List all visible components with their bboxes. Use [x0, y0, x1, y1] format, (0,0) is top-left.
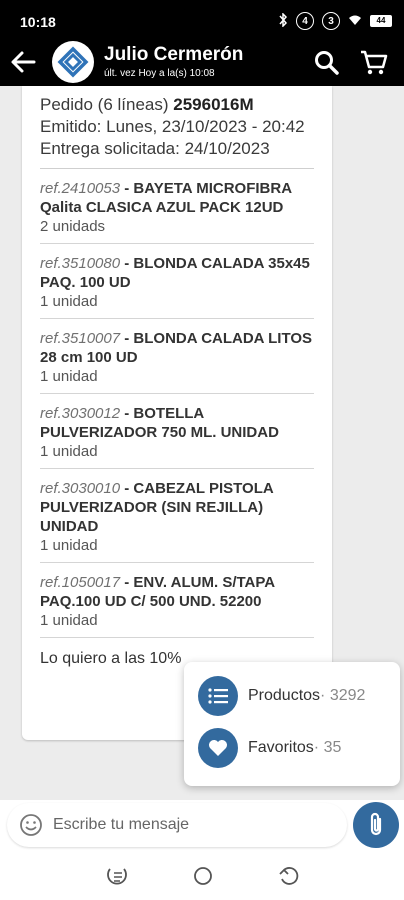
item-qty: 1 unidad	[40, 368, 98, 385]
brand-logo-icon	[57, 46, 89, 78]
item-ref: ref.3510007	[40, 330, 121, 347]
status-time: 10:18	[20, 14, 56, 30]
productos-count: · 3292	[320, 687, 366, 704]
item-ref: ref.3030010	[40, 480, 121, 497]
home-icon[interactable]	[192, 865, 214, 887]
item-qty: 2 unidads	[40, 218, 106, 235]
search-button[interactable]	[314, 50, 340, 76]
back-nav-icon[interactable]	[278, 865, 300, 887]
attach-menu: Productos · 3292 Favoritos · 35	[184, 662, 400, 786]
order-message-bubble[interactable]: Pedido (6 líneas) 2596016M Emitido: Lune…	[22, 86, 332, 740]
productos-label: Productos	[248, 687, 321, 704]
order-delivery: Entrega solicitada: 24/10/2023	[40, 139, 270, 158]
battery-icon: 44	[370, 15, 392, 27]
signal-indicator-1: 4	[296, 12, 314, 30]
order-header: Pedido (6 líneas) 2596016M Emitido: Lune…	[40, 94, 314, 169]
paperclip-icon	[370, 812, 382, 836]
chat-header: Julio Cermerón últ. vez Hoy a la(s) 10:0…	[0, 38, 404, 86]
signal-indicator-2: 3	[322, 12, 340, 30]
attach-button[interactable]	[353, 802, 399, 848]
list-icon	[208, 688, 228, 704]
item-ref: ref.2410053	[40, 180, 121, 197]
order-number: 2596016M	[173, 95, 254, 114]
contact-name[interactable]: Julio Cermerón	[104, 44, 243, 66]
menu-item-productos[interactable]: Productos · 3292	[198, 676, 365, 716]
bluetooth-icon	[278, 11, 288, 30]
item-ref: ref.3510080	[40, 255, 121, 272]
item-ref: ref.1050017	[40, 574, 121, 591]
favoritos-count: · 35	[313, 739, 342, 756]
back-arrow-icon	[11, 51, 36, 73]
order-issued: Emitido: Lunes, 23/10/2023 - 20:42	[40, 117, 305, 136]
menu-item-favoritos[interactable]: Favoritos · 35	[198, 728, 341, 768]
item-qty: 1 unidad	[40, 443, 98, 460]
heart-icon	[209, 740, 227, 756]
cart-button[interactable]	[360, 50, 388, 76]
list-item: ref.3030012 - BOTELLA PULVERIZADOR 750 M…	[40, 394, 314, 469]
search-icon	[315, 51, 339, 75]
last-seen: últ. vez Hoy a la(s) 10:08	[104, 68, 215, 79]
status-bar: 10:18 4 3 44	[0, 0, 404, 38]
back-button[interactable]	[10, 50, 36, 74]
list-item: ref.3510080 - BLONDA CALADA 35x45 PAQ. 1…	[40, 244, 314, 319]
order-lines-label: Pedido (6 líneas)	[40, 95, 169, 114]
item-qty: 1 unidad	[40, 612, 98, 629]
list-item: ref.1050017 - ENV. ALUM. S/TAPA PAQ.100 …	[40, 563, 314, 638]
favoritos-label: Favoritos	[248, 739, 314, 756]
list-item: ref.3510007 - BLONDA CALADA LITOS 28 cm …	[40, 319, 314, 394]
wifi-icon	[348, 14, 362, 29]
recent-apps-icon[interactable]	[106, 865, 128, 887]
list-item: ref.3030010 - CABEZAL PISTOLA PULVERIZAD…	[40, 469, 314, 563]
item-ref: ref.3030012	[40, 405, 121, 422]
item-qty: 1 unidad	[40, 293, 98, 310]
list-item: ref.2410053 - BAYETA MICROFIBRA Qalita C…	[40, 169, 314, 244]
message-input[interactable]	[53, 816, 323, 834]
productos-button[interactable]	[198, 676, 238, 716]
message-composer	[7, 803, 347, 847]
cart-icon	[361, 50, 388, 75]
emoji-icon[interactable]	[19, 813, 43, 837]
item-qty: 1 unidad	[40, 537, 98, 554]
favoritos-button[interactable]	[198, 728, 238, 768]
status-icons: 4 3 44	[278, 11, 392, 30]
system-nav-bar	[0, 850, 404, 900]
avatar[interactable]	[52, 41, 94, 83]
